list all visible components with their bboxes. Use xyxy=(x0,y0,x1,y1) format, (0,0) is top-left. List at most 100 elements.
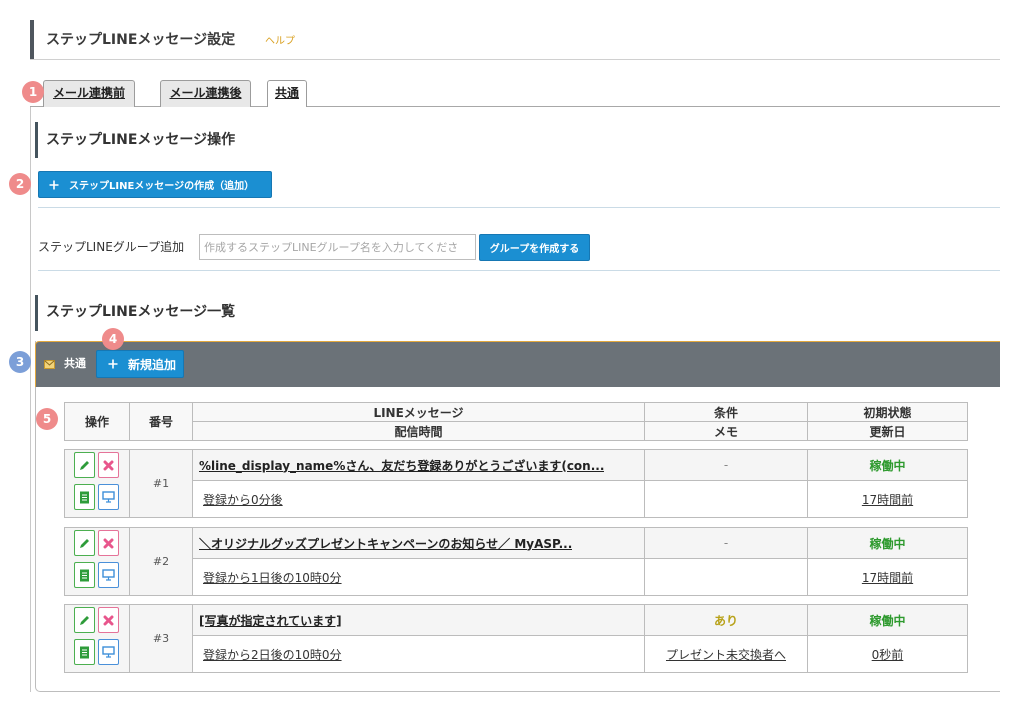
row-updated[interactable]: 17時間前 xyxy=(862,491,913,508)
section-title: ステップLINEメッセージ一覧 xyxy=(46,304,236,320)
group-header-bar: 共通 新規追加 xyxy=(35,341,1000,387)
condition-cell: あり xyxy=(645,605,808,636)
plus-icon xyxy=(108,359,118,369)
row-status: 稼働中 xyxy=(869,613,906,628)
divider xyxy=(38,270,1000,271)
group-add-label: ステップLINEグループ追加 xyxy=(38,240,185,254)
message-cell: %line_display_name%さん、友だち登録ありがとうございます(co… xyxy=(193,450,645,481)
row-message-link[interactable]: %line_display_name%さん、友だち登録ありがとうございます(co… xyxy=(199,457,604,474)
page-title: ステップLINEメッセージ設定 xyxy=(46,32,236,48)
row-number: #1 xyxy=(130,450,193,518)
updated-cell: 17時間前 xyxy=(808,559,968,596)
row-message-link[interactable]: ＼オリジナルグッズプレゼントキャンペーンのお知らせ／ MyASP... xyxy=(199,535,572,552)
preview-button[interactable] xyxy=(98,562,119,588)
status-cell: 稼働中 xyxy=(808,528,968,559)
create-step-message-button[interactable]: ステップLINEメッセージの作成（追加） xyxy=(38,171,272,198)
delete-button[interactable] xyxy=(98,530,119,556)
column-header-memo: メモ xyxy=(645,422,808,441)
document-icon xyxy=(80,569,89,581)
message-cell: ＼オリジナルグッズプレゼントキャンペーンのお知らせ／ MyASP... xyxy=(193,528,645,559)
row-delivery-time[interactable]: 登録から0分後 xyxy=(203,491,283,508)
guide-badge: 4 xyxy=(102,328,124,350)
updated-cell: 17時間前 xyxy=(808,481,968,518)
edit-button[interactable] xyxy=(74,452,95,478)
delivery-cell: 登録から1日後の10時0分 xyxy=(193,559,645,596)
edit-button[interactable] xyxy=(74,607,95,633)
table-row: #3 [写真が指定されています] あり 稼働中 登録から2日後の10時0分 プレ… xyxy=(64,604,968,673)
row-delivery-time[interactable]: 登録から2日後の10時0分 xyxy=(203,646,342,663)
row-actions xyxy=(65,528,130,596)
tab-label: 共通 xyxy=(274,86,299,100)
copy-button[interactable] xyxy=(74,484,95,510)
message-cell: [写真が指定されています] xyxy=(193,605,645,636)
table-header: 操作 番号 LINEメッセージ 条件 初期状態 配信時間 メモ 更新日 xyxy=(64,402,968,441)
row-condition: - xyxy=(723,536,729,550)
table-row: #1 %line_display_name%さん、友だち登録ありがとうございます… xyxy=(64,449,968,518)
row-condition: - xyxy=(723,458,729,472)
guide-badge: 2 xyxy=(9,173,31,195)
panel-left-border xyxy=(30,106,31,692)
guide-badge: 3 xyxy=(9,351,31,373)
delete-icon xyxy=(103,615,114,625)
row-message-link[interactable]: [写真が指定されています] xyxy=(199,612,342,629)
document-icon xyxy=(80,491,89,503)
column-header-updated: 更新日 xyxy=(808,422,968,441)
add-new-button[interactable]: 新規追加 xyxy=(96,350,184,378)
row-status: 稼働中 xyxy=(869,458,906,473)
pencil-icon xyxy=(80,615,89,625)
group-name: 共通 xyxy=(64,357,86,370)
delete-button[interactable] xyxy=(98,452,119,478)
header-divider xyxy=(30,59,1000,60)
help-link[interactable]: ヘルプ xyxy=(265,36,295,48)
section-accent-bar xyxy=(35,295,38,331)
row-delivery-time[interactable]: 登録から1日後の10時0分 xyxy=(203,569,342,586)
column-header-operations: 操作 xyxy=(65,403,130,441)
status-cell: 稼働中 xyxy=(808,605,968,636)
monitor-icon xyxy=(102,646,115,658)
delete-button[interactable] xyxy=(98,607,119,633)
condition-cell: - xyxy=(645,528,808,559)
row-updated[interactable]: 0秒前 xyxy=(872,646,904,663)
envelope-icon[interactable] xyxy=(44,360,55,369)
row-actions xyxy=(65,605,130,673)
copy-button[interactable] xyxy=(74,562,95,588)
row-actions xyxy=(65,450,130,518)
tab-before-mail-link[interactable]: メール連携前 xyxy=(43,80,135,107)
tab-after-mail-link[interactable]: メール連携後 xyxy=(160,80,251,107)
column-header-condition: 条件 xyxy=(645,403,808,422)
tab-label: メール連携後 xyxy=(169,86,242,100)
pencil-icon xyxy=(80,460,89,470)
pencil-icon xyxy=(80,538,89,548)
section-accent-bar xyxy=(35,122,38,158)
monitor-icon xyxy=(102,569,115,581)
condition-cell: - xyxy=(645,450,808,481)
column-header-message: LINEメッセージ xyxy=(193,403,645,422)
edit-button[interactable] xyxy=(74,530,95,556)
updated-cell: 0秒前 xyxy=(808,636,968,673)
divider xyxy=(38,207,1000,208)
memo-cell xyxy=(645,481,808,518)
delete-icon xyxy=(103,460,114,470)
create-group-label: グループを作成する xyxy=(489,244,580,255)
monitor-icon xyxy=(102,491,115,503)
guide-badge: 1 xyxy=(22,81,44,103)
tab-label: メール連携前 xyxy=(52,86,125,100)
preview-button[interactable] xyxy=(98,639,119,665)
copy-button[interactable] xyxy=(74,639,95,665)
preview-button[interactable] xyxy=(98,484,119,510)
create-group-button[interactable]: グループを作成する xyxy=(479,234,590,261)
tab-common[interactable]: 共通 xyxy=(267,80,307,107)
group-name-input[interactable] xyxy=(199,234,476,260)
add-new-label: 新規追加 xyxy=(128,357,177,372)
guide-badge: 5 xyxy=(36,408,58,430)
status-cell: 稼働中 xyxy=(808,450,968,481)
document-icon xyxy=(80,646,89,658)
delivery-cell: 登録から0分後 xyxy=(193,481,645,518)
delete-icon xyxy=(103,538,114,548)
plus-icon xyxy=(49,180,59,190)
column-header-number: 番号 xyxy=(130,403,193,441)
create-button-label: ステップLINEメッセージの作成（追加） xyxy=(69,181,255,192)
row-updated[interactable]: 17時間前 xyxy=(862,569,913,586)
row-condition: あり xyxy=(713,613,738,628)
row-memo[interactable]: プレゼント未交換者へ xyxy=(666,646,786,663)
